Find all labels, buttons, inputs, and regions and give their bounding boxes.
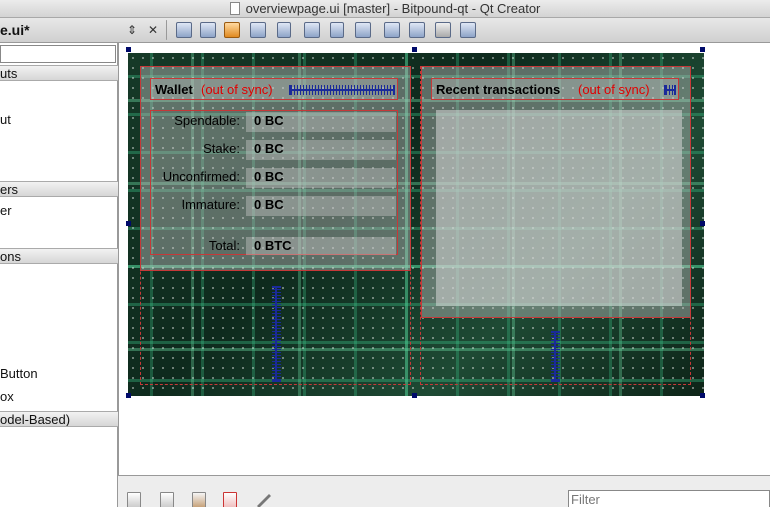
designer-toolbar: e.ui* ⇕ ✕ bbox=[0, 18, 770, 43]
widget-category-item-views[interactable]: odel-Based) bbox=[0, 411, 118, 427]
window-titlebar: overviewpage.ui [master] - Bitpound-qt -… bbox=[0, 0, 770, 18]
resize-handle[interactable] bbox=[412, 393, 417, 398]
layout-form-icon[interactable] bbox=[384, 22, 400, 38]
splitter-vertical-icon[interactable] bbox=[355, 22, 371, 38]
new-icon[interactable] bbox=[127, 492, 141, 507]
widget-category-layouts[interactable]: uts bbox=[0, 65, 118, 81]
recent-sync-label: (out of sync) bbox=[578, 82, 650, 97]
resize-handle[interactable] bbox=[700, 47, 705, 52]
document-icon bbox=[229, 2, 240, 15]
wallet-title-spacer bbox=[289, 85, 395, 95]
wallet-sync-label: (out of sync) bbox=[201, 82, 273, 97]
splitter-horizontal-icon[interactable] bbox=[330, 22, 344, 38]
stake-value: 0 BC bbox=[254, 141, 284, 156]
wallet-bottom-spacer bbox=[272, 286, 281, 382]
total-label: Total: bbox=[208, 238, 240, 253]
open-file-tab[interactable]: e.ui* ⇕ bbox=[0, 18, 137, 43]
total-value: 0 BTC bbox=[254, 238, 292, 253]
widget-filter-input[interactable] bbox=[0, 45, 116, 63]
resize-handle[interactable] bbox=[126, 47, 131, 52]
widget-box-panel: uts ut ers er ons Button ox odel-Based) bbox=[0, 43, 118, 507]
resize-handle[interactable] bbox=[700, 221, 705, 226]
edit-tab-order-icon[interactable] bbox=[250, 22, 266, 38]
action-editor-dock: Filter bbox=[118, 475, 770, 507]
recent-bottom-spacer bbox=[551, 331, 560, 382]
unconfirmed-value: 0 BC bbox=[254, 169, 284, 184]
resize-handle[interactable] bbox=[126, 221, 131, 226]
wallet-title: Wallet bbox=[155, 82, 193, 97]
widget-item[interactable]: er bbox=[0, 203, 12, 218]
spendable-label: Spendable: bbox=[174, 113, 240, 128]
widget-item[interactable]: ut bbox=[0, 112, 11, 127]
adjust-size-icon[interactable] bbox=[460, 22, 476, 38]
close-icon[interactable]: ✕ bbox=[148, 23, 158, 37]
edit-widgets-icon[interactable] bbox=[176, 22, 192, 38]
stake-label: Stake: bbox=[203, 141, 240, 156]
window-title: overviewpage.ui [master] - Bitpound-qt -… bbox=[245, 1, 541, 16]
resize-handle[interactable] bbox=[700, 393, 705, 398]
paste-icon[interactable] bbox=[192, 492, 206, 507]
toolbar-separator bbox=[166, 20, 167, 40]
recent-frame-border bbox=[421, 66, 691, 318]
widget-category-containers[interactable]: ers bbox=[0, 181, 118, 197]
settings-icon[interactable] bbox=[255, 492, 271, 507]
immature-label: Immature: bbox=[181, 197, 240, 212]
action-filter-input[interactable]: Filter bbox=[568, 490, 770, 507]
unconfirmed-label: Unconfirmed: bbox=[162, 169, 240, 184]
edit-signals-icon[interactable] bbox=[200, 22, 216, 38]
recent-title-spacer bbox=[664, 85, 676, 95]
widget-item[interactable]: ox bbox=[0, 389, 14, 404]
spendable-value: 0 BC bbox=[254, 113, 284, 128]
updown-icon[interactable]: ⇕ bbox=[127, 18, 137, 43]
break-layout-icon[interactable] bbox=[435, 22, 451, 38]
open-file-name: e.ui* bbox=[0, 22, 30, 38]
widget-category-buttons[interactable]: ons bbox=[0, 248, 118, 264]
immature-value: 0 BC bbox=[254, 197, 284, 212]
delete-icon[interactable] bbox=[223, 492, 237, 507]
resize-handle[interactable] bbox=[126, 393, 131, 398]
layout-horizontal-icon[interactable] bbox=[277, 22, 291, 38]
widget-item[interactable]: Button bbox=[0, 366, 38, 381]
resize-handle[interactable] bbox=[412, 47, 417, 52]
layout-grid-icon[interactable] bbox=[409, 22, 425, 38]
layout-vertical-icon[interactable] bbox=[304, 22, 320, 38]
recent-transactions-title: Recent transactions bbox=[436, 82, 561, 97]
copy-icon[interactable] bbox=[160, 492, 174, 507]
edit-buddies-icon[interactable] bbox=[224, 22, 240, 38]
